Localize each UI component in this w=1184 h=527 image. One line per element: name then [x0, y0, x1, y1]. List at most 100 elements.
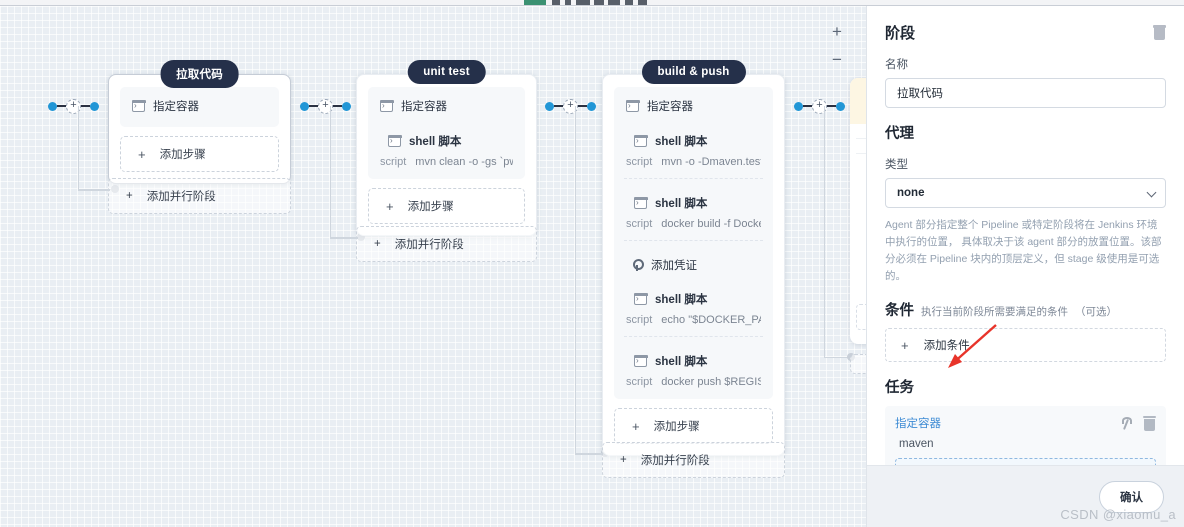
pipeline-canvas[interactable]: + − + 拉取代码 指定容器 [0, 6, 866, 527]
step-script: script mvn -o -Dmaven.test.skip=t… [626, 149, 761, 172]
zoom-out-button[interactable]: − [824, 46, 850, 74]
step-item[interactable]: shell 脚本 script mvn clean -o -gs `pwd`/co… [368, 117, 525, 175]
step-title: 指定容器 [401, 101, 447, 113]
step-title: shell 脚本 [655, 356, 708, 368]
terminal-icon [387, 135, 402, 147]
step-script: script docker build -f Dockerfile-o… [626, 211, 761, 234]
zoom-in-button[interactable]: + [824, 18, 850, 46]
key-icon [631, 259, 644, 271]
name-field-label: 名称 [885, 59, 908, 71]
step-script: script mvn clean -o -gs `pwd`/con… [380, 149, 513, 172]
script-value: echo "$DOCKER_PASS… [661, 314, 761, 326]
stage-card-hidden[interactable] [850, 78, 866, 344]
agent-type-value: none [897, 187, 925, 199]
script-key: script [626, 314, 653, 326]
step-item[interactable]: shell 脚本 script docker push $REGISTR… [614, 337, 773, 395]
plus-icon: + [901, 337, 909, 353]
type-field-label: 类型 [885, 159, 908, 171]
stage-build-push[interactable]: build & push 指定容器 shell 脚本 [602, 60, 785, 456]
step-title: shell 脚本 [409, 136, 462, 148]
stage-label[interactable]: 拉取代码 [160, 60, 239, 88]
edge [330, 237, 358, 239]
condition-title: 条件 [885, 303, 914, 319]
plus-icon: + [620, 454, 627, 466]
step-title: 指定容器 [153, 101, 199, 113]
toolbar-fragment [524, 0, 546, 5]
stage-label[interactable]: build & push [641, 60, 746, 84]
step-title: 指定容器 [647, 101, 693, 113]
branch-connector [823, 106, 855, 361]
step-item[interactable]: 指定容器 [368, 89, 525, 117]
connector-dot [587, 101, 596, 111]
connector-dot [48, 101, 57, 111]
stage-card[interactable]: 指定容器 + 添加步骤 [108, 74, 291, 184]
toolbar-fragment [576, 0, 590, 5]
terminal-icon [633, 293, 648, 305]
hidden-add-step-button[interactable] [856, 304, 866, 330]
stage-card[interactable]: 指定容器 shell 脚本 script mvn -o -Dmaven.test.… [602, 74, 785, 456]
plus-icon: + [126, 190, 133, 202]
wrench-icon[interactable] [1120, 416, 1132, 430]
agent-section-title: 代理 [885, 126, 914, 142]
stage-card[interactable]: 指定容器 shell 脚本 script mvn clean -o -gs `pw… [356, 74, 537, 236]
terminal-icon [633, 197, 648, 209]
agent-hint-text: Agent 部分指定整个 Pipeline 或特定阶段将在 Jenkins 环境… [885, 219, 1162, 282]
add-parallel-stage-button-1[interactable]: + 添加并行阶段 [108, 178, 291, 214]
connector-node-1[interactable]: + [300, 98, 351, 114]
stage-pull-code[interactable]: 拉取代码 指定容器 + 添加步骤 [108, 60, 291, 184]
add-step-button[interactable]: + 添加步骤 [614, 408, 773, 444]
connector-dot [90, 101, 99, 111]
add-parallel-stage-button-4[interactable] [850, 354, 866, 374]
connector-dot [545, 101, 554, 111]
condition-optional-tag: （可选） [1075, 306, 1117, 318]
toolbar-fragment [625, 0, 633, 5]
toolbar-fragment [594, 0, 604, 5]
trash-icon[interactable] [1153, 25, 1166, 40]
step-item[interactable]: 指定容器 [120, 89, 279, 123]
step-script: script docker push $REGISTR… [626, 369, 761, 392]
step-item[interactable]: 添加凭证 [614, 241, 773, 283]
step-item[interactable]: shell 脚本 script echo "$DOCKER_PASS… [614, 283, 773, 333]
step-item[interactable]: shell 脚本 script mvn -o -Dmaven.test.skip=… [614, 117, 773, 175]
add-parallel-stage-button-2[interactable]: + 添加并行阶段 [356, 226, 537, 262]
connector-dot [342, 101, 351, 111]
agent-type-select-wrap: none [885, 178, 1166, 208]
hidden-divider [856, 153, 866, 154]
condition-subtitle: 执行当前阶段所需要满足的条件 [921, 306, 1068, 318]
stage-name-input[interactable] [885, 78, 1166, 108]
branch-connector [329, 106, 365, 241]
step-title: shell 脚本 [655, 198, 708, 210]
script-value: docker push $REGISTR… [661, 376, 761, 388]
add-parallel-label: 添加并行阶段 [146, 191, 216, 203]
edge [575, 453, 602, 455]
panel-title: 阶段 [885, 25, 916, 42]
plus-icon: + [138, 146, 146, 162]
task-name-link[interactable]: 指定容器 [895, 415, 941, 431]
condition-section-header: 条件 执行当前阶段所需要满足的条件 （可选） [885, 299, 1166, 320]
add-step-button[interactable]: + 添加步骤 [120, 136, 279, 172]
add-nested-step-button[interactable]: + 添加嵌套步骤 [895, 458, 1156, 465]
terminal-icon [633, 355, 648, 367]
edge [78, 189, 110, 191]
stage-label[interactable]: unit test [407, 60, 486, 84]
connector-node-start[interactable]: + [48, 98, 99, 114]
trash-icon[interactable] [1143, 415, 1156, 431]
step-item[interactable]: shell 脚本 script docker build -f Dockerfil… [614, 179, 773, 237]
script-key: script [626, 376, 653, 388]
steps-container: 指定容器 [120, 87, 279, 127]
stage-unit-test[interactable]: unit test 指定容器 shell 脚本 [356, 60, 537, 236]
add-parallel-stage-button-3[interactable]: + 添加并行阶段 [602, 442, 785, 478]
panel-body: 阶段 名称 代理 类型 none Agent 部分指定整个 Pipeline 或… [867, 6, 1184, 465]
add-parallel-label: 添加并行阶段 [640, 455, 710, 467]
watermark: CSDN @xiaomu_a [1060, 507, 1176, 522]
step-item[interactable]: 指定容器 [614, 89, 773, 117]
connector-node-2[interactable]: + [545, 98, 596, 114]
agent-type-select[interactable]: none [885, 178, 1166, 208]
hidden-divider [856, 138, 866, 139]
connector-node-3[interactable]: + [794, 98, 845, 114]
zoom-controls: + − [824, 18, 850, 74]
add-condition-button[interactable]: + 添加条件 [885, 328, 1166, 362]
hidden-warning-row [850, 78, 866, 124]
add-step-button[interactable]: + 添加步骤 [368, 188, 525, 224]
connector-dot [300, 101, 309, 111]
